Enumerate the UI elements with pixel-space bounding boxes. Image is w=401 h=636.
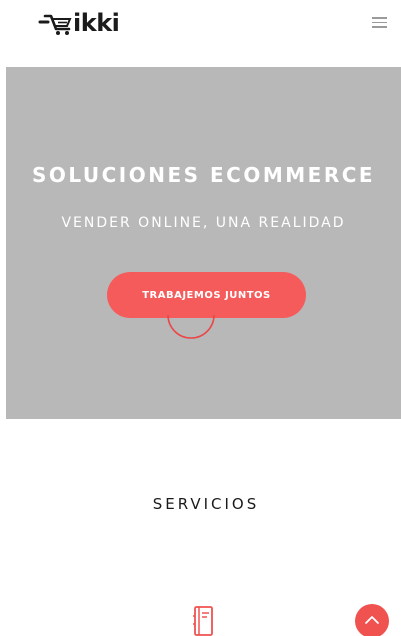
hamburger-menu-icon[interactable] <box>369 14 389 32</box>
scroll-to-top-button[interactable] <box>355 604 389 636</box>
chevron-up-icon <box>365 616 379 624</box>
site-logo[interactable]: ikki <box>38 8 120 38</box>
cart-logo-icon <box>38 14 72 35</box>
loading-spinner-icon <box>167 314 215 339</box>
hero-title: SOLUCIONES ECOMMERCE <box>31 163 376 187</box>
hero-subtitle: VENDER ONLINE, UNA REALIDAD <box>61 215 346 231</box>
logo-text: ikki <box>73 9 120 37</box>
document-icon <box>193 606 213 636</box>
services-title: SERVICIOS <box>152 495 260 513</box>
site-header: ikki <box>0 0 401 48</box>
page: ikki SOLUCIONES ECOMMERCE VENDER ONLINE,… <box>0 0 401 636</box>
hero-banner: SOLUCIONES ECOMMERCE VENDER ONLINE, UNA … <box>6 67 401 419</box>
